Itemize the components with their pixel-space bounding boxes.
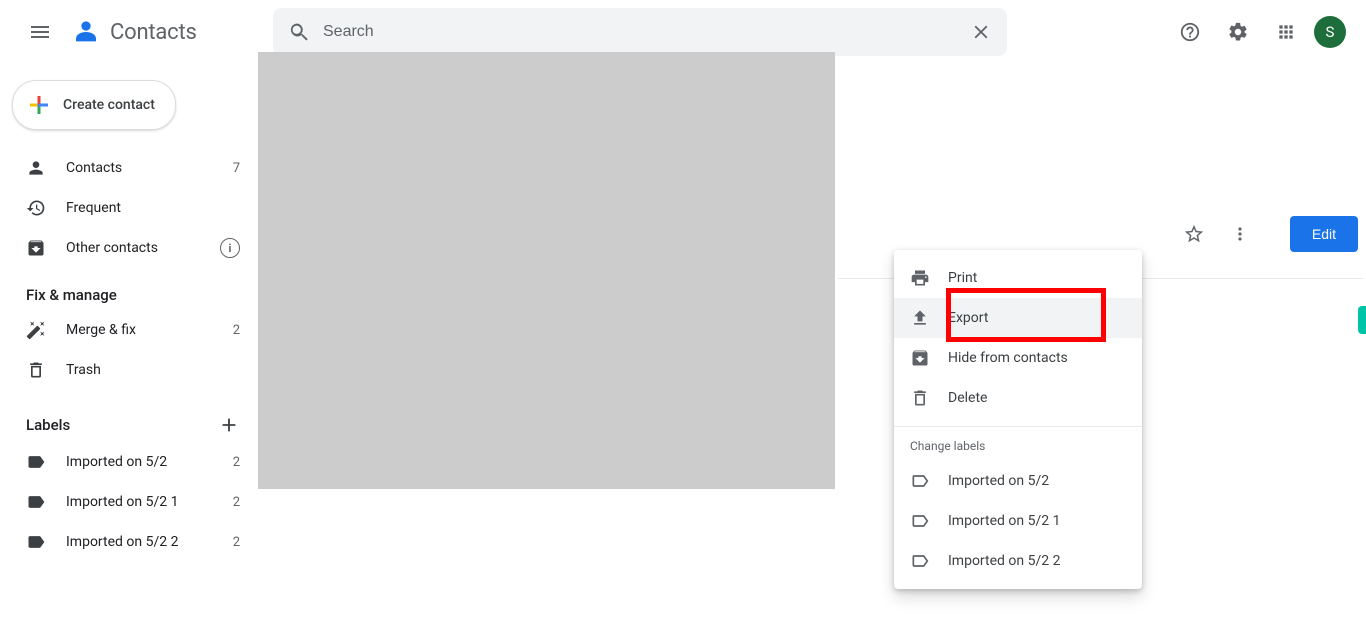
contacts-logo-icon (68, 14, 104, 50)
trash-icon (26, 360, 46, 380)
label-count: 2 (233, 455, 240, 470)
apps-button[interactable] (1266, 12, 1306, 52)
section-title: Fix & manage (26, 286, 117, 304)
nav-label: Other contacts (66, 240, 220, 256)
label-icon (26, 492, 46, 512)
nav-label: Frequent (66, 200, 240, 216)
header-actions: S (1007, 12, 1358, 52)
clear-search-button[interactable] (961, 12, 1001, 52)
menu-label: Print (948, 270, 977, 286)
edit-button[interactable]: Edit (1290, 216, 1358, 252)
help-button[interactable] (1170, 12, 1210, 52)
delete-icon (910, 388, 930, 408)
add-label-button[interactable] (218, 414, 240, 436)
sidebar-label-item[interactable]: Imported on 5/2 1 2 (0, 482, 258, 522)
menu-item-export[interactable]: Export (894, 298, 1142, 338)
menu-label: Delete (948, 390, 987, 406)
main-menu-button[interactable] (16, 8, 64, 56)
wand-icon (26, 320, 46, 340)
side-panel-tab[interactable] (1358, 306, 1366, 334)
search-button[interactable] (279, 12, 319, 52)
menu-divider (894, 426, 1142, 427)
person-icon (26, 158, 46, 178)
section-fix-manage: Fix & manage (0, 268, 258, 310)
context-menu: Print Export Hide from contacts Delete C… (894, 250, 1142, 589)
menu-item-delete[interactable]: Delete (894, 378, 1142, 418)
menu-label-option[interactable]: Imported on 5/2 2 (894, 541, 1142, 581)
menu-icon (28, 20, 52, 44)
info-icon[interactable]: i (220, 238, 240, 258)
export-icon (910, 308, 930, 328)
nav-count: 7 (233, 161, 240, 176)
nav-label: Trash (66, 362, 240, 378)
help-icon (1179, 21, 1201, 43)
logo-area[interactable]: Contacts (68, 14, 278, 50)
main-content: Edit Print Export Hide from contacts Del… (258, 64, 1366, 625)
search-input[interactable] (319, 23, 961, 41)
sidebar-item-frequent[interactable]: Frequent (0, 188, 258, 228)
more-vert-icon (1230, 224, 1250, 244)
menu-label: Imported on 5/2 (948, 473, 1049, 489)
sidebar-label-item[interactable]: Imported on 5/2 2 2 (0, 522, 258, 562)
menu-label-option[interactable]: Imported on 5/2 (894, 461, 1142, 501)
close-icon (970, 21, 992, 43)
avatar-initial: S (1326, 23, 1335, 41)
sidebar-item-other-contacts[interactable]: Other contacts i (0, 228, 258, 268)
print-icon (910, 268, 930, 288)
nav-count: 2 (233, 323, 240, 338)
apps-icon (1276, 22, 1296, 42)
label-text: Imported on 5/2 1 (66, 494, 233, 510)
menu-item-hide[interactable]: Hide from contacts (894, 338, 1142, 378)
star-button[interactable] (1174, 214, 1214, 254)
sidebar-item-trash[interactable]: Trash (0, 350, 258, 390)
menu-section-heading: Change labels (894, 435, 1142, 461)
menu-label: Export (948, 310, 988, 326)
create-contact-button[interactable]: Create contact (12, 80, 176, 130)
sidebar-item-contacts[interactable]: Contacts 7 (0, 148, 258, 188)
nav-label: Merge & fix (66, 322, 233, 338)
label-text: Imported on 5/2 (66, 454, 233, 470)
search-icon (288, 21, 310, 43)
label-count: 2 (233, 535, 240, 550)
sidebar-label-item[interactable]: Imported on 5/2 2 (0, 442, 258, 482)
section-labels: Labels (0, 390, 258, 442)
more-actions-button[interactable] (1220, 214, 1260, 254)
label-outline-icon (910, 471, 930, 491)
label-icon (26, 532, 46, 552)
contact-actions: Edit (1174, 214, 1358, 254)
label-icon (26, 452, 46, 472)
section-title: Labels (26, 416, 70, 434)
menu-label: Imported on 5/2 2 (948, 553, 1060, 569)
plus-icon (218, 414, 240, 436)
plus-icon (27, 93, 51, 117)
sidebar-item-merge-fix[interactable]: Merge & fix 2 (0, 310, 258, 350)
label-outline-icon (910, 551, 930, 571)
settings-button[interactable] (1218, 12, 1258, 52)
nav-label: Contacts (66, 160, 233, 176)
search-bar[interactable] (273, 8, 1007, 56)
redacted-region (258, 52, 835, 489)
star-icon (1183, 223, 1205, 245)
label-outline-icon (910, 511, 930, 531)
history-icon (26, 198, 46, 218)
account-avatar[interactable]: S (1314, 16, 1346, 48)
menu-item-print[interactable]: Print (894, 258, 1142, 298)
gear-icon (1227, 21, 1249, 43)
app-title: Contacts (110, 20, 197, 45)
menu-label: Hide from contacts (948, 350, 1068, 366)
menu-label: Imported on 5/2 1 (948, 513, 1060, 529)
create-contact-label: Create contact (63, 97, 155, 113)
menu-label-option[interactable]: Imported on 5/2 1 (894, 501, 1142, 541)
label-count: 2 (233, 495, 240, 510)
archive-icon (26, 238, 46, 258)
hide-icon (910, 348, 930, 368)
label-text: Imported on 5/2 2 (66, 534, 233, 550)
sidebar: Create contact Contacts 7 Frequent Other… (0, 64, 258, 625)
